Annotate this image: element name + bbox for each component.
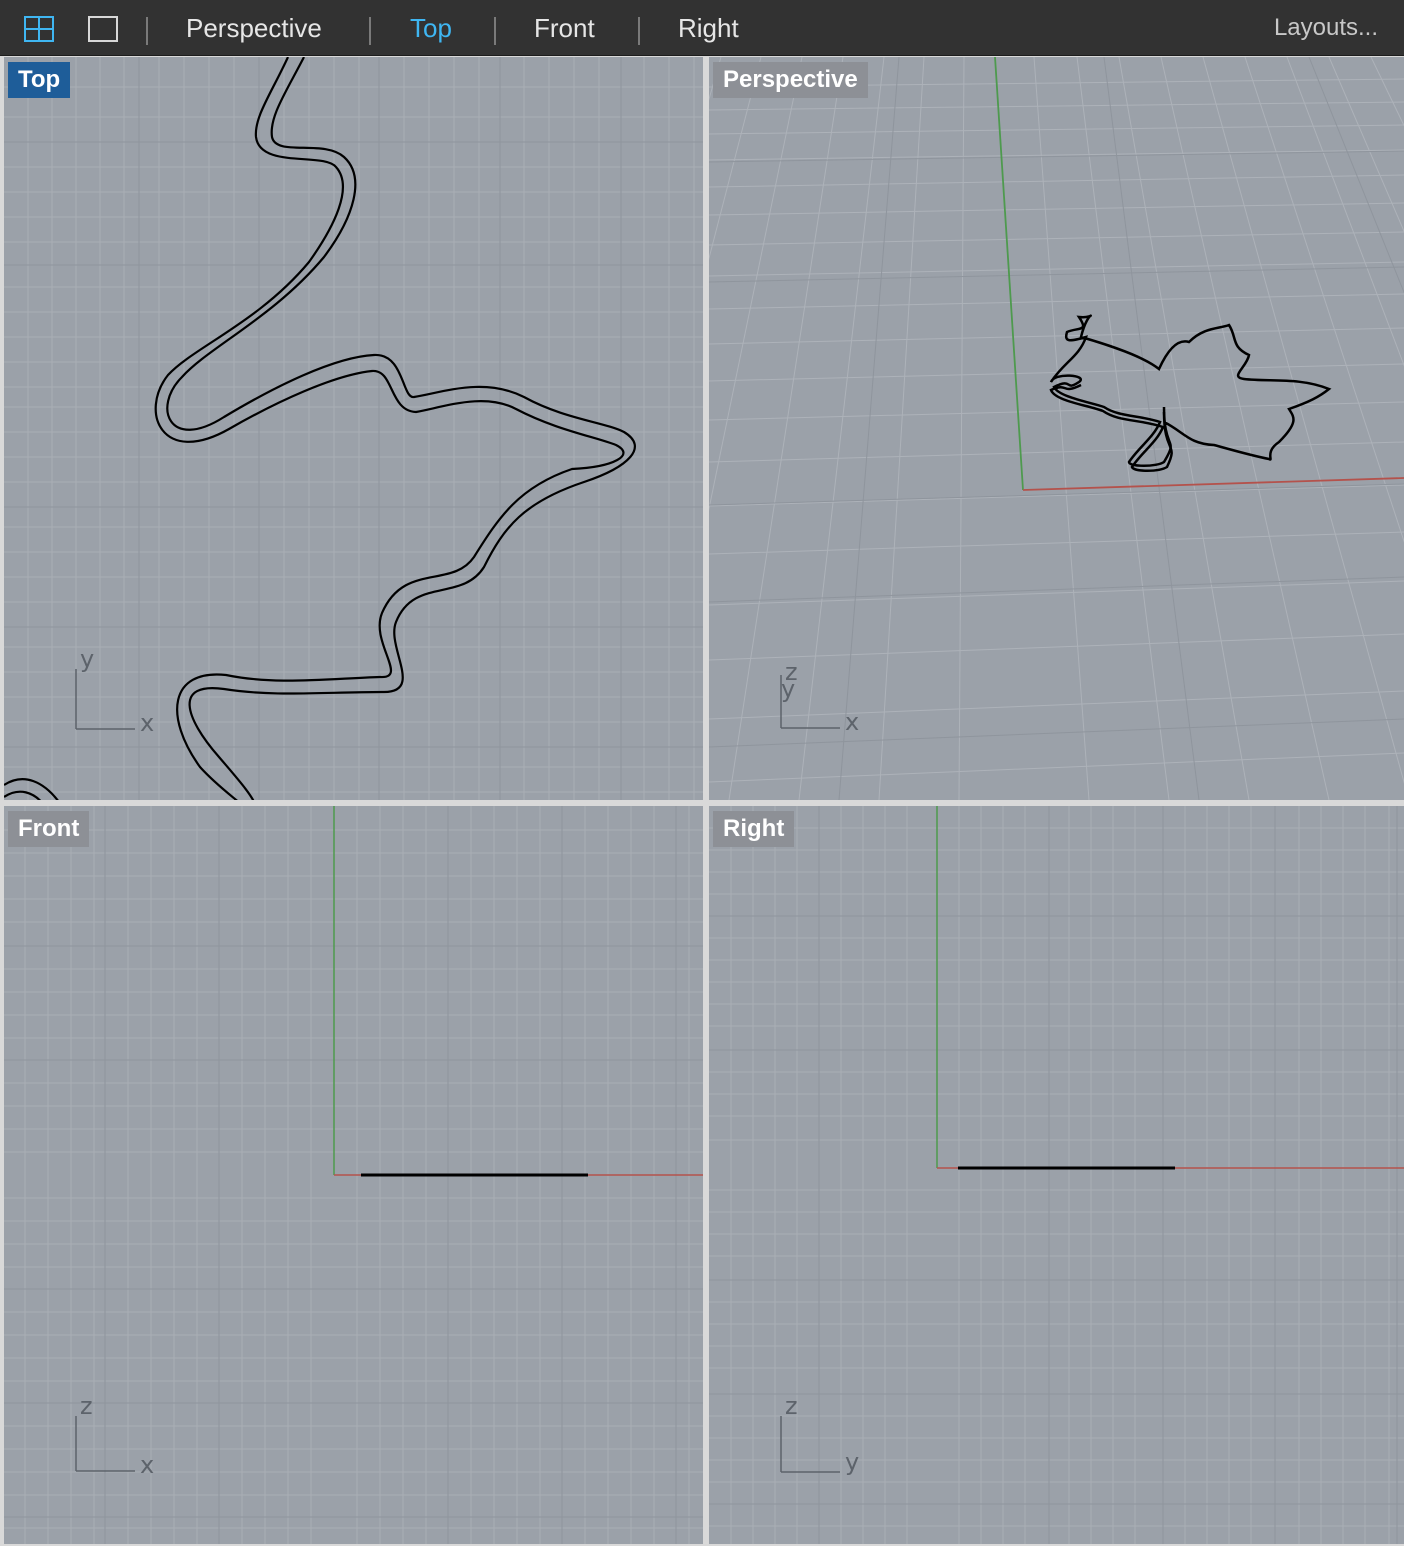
perspective-axis-x-label: x [845, 708, 859, 736]
top-viewport-title[interactable]: Top [8, 62, 71, 98]
front-viewport-title[interactable]: Front [8, 811, 90, 847]
right-axis-z-label: z [785, 1392, 798, 1420]
front-grid: z x [4, 806, 703, 1544]
toolbar-separator [638, 17, 640, 45]
viewport-toolbar: Perspective Top Front Right Layouts... [0, 0, 1404, 56]
front-axis-z-label: z [80, 1392, 93, 1420]
top-viewport[interactable]: y x Top [4, 57, 703, 800]
x-axis-line [1022, 477, 1404, 491]
tab-perspective[interactable]: Perspective [186, 0, 322, 56]
perspective-viewport-title[interactable]: Perspective [713, 62, 868, 98]
toolbar-separator [494, 17, 496, 45]
perspective-viewport[interactable]: z y x Perspective [709, 57, 1404, 800]
right-axis-y-label: y [845, 1448, 859, 1476]
tab-right[interactable]: Right [678, 0, 739, 56]
right-viewport-title[interactable]: Right [713, 811, 795, 847]
leaf-outline-closeup[interactable] [4, 57, 636, 800]
tab-front[interactable]: Front [534, 0, 595, 56]
perspective-grid: z y x [709, 57, 1404, 800]
top-axis-y-label: y [80, 645, 94, 673]
front-viewport[interactable]: z x Front [4, 806, 703, 1544]
y-axis-line [994, 57, 1024, 491]
toolbar-separator [146, 17, 148, 45]
top-axis-x-label: x [140, 709, 154, 737]
tab-top[interactable]: Top [410, 0, 452, 56]
right-viewport[interactable]: z y Right [709, 806, 1404, 1544]
top-grid: y x [4, 57, 703, 800]
maple-leaf-curve[interactable] [1049, 314, 1332, 472]
front-axis-x-label: x [140, 1451, 154, 1479]
right-axis-indicator [780, 1416, 840, 1473]
toolbar-separator [369, 17, 371, 45]
layouts-button[interactable]: Layouts... [1274, 0, 1378, 56]
right-grid: z y [709, 806, 1404, 1544]
perspective-axis-y-label: y [781, 675, 795, 703]
single-viewport-icon[interactable] [88, 16, 118, 42]
top-axis-indicator [75, 669, 135, 730]
four-viewports-icon[interactable] [24, 16, 54, 42]
